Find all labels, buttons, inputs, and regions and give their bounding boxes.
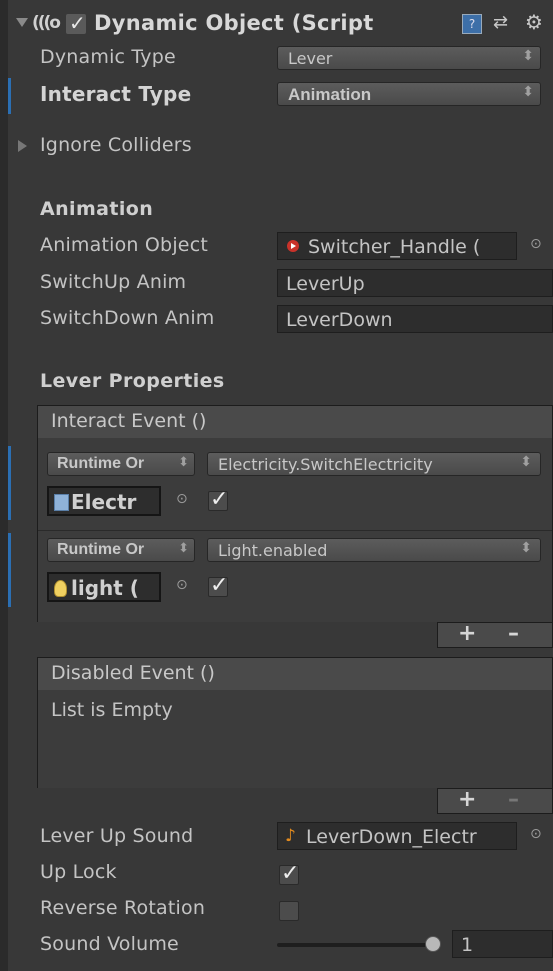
argument-checkbox[interactable]: ✓ [208,573,228,598]
object-picker-icon[interactable]: ⊙ [530,236,542,252]
dropdown-arrows-icon: ⬍ [178,455,189,470]
modified-indicator-event-2 [8,533,11,607]
disabled-event-header: Disabled Event () [38,658,552,690]
up-lock-label: Up Lock [40,861,117,883]
lever-up-sound-field[interactable]: ♪ LeverDown_Electr [277,822,517,850]
empty-list-text: List is Empty [51,699,173,721]
switchup-anim-value: LeverUp [286,273,365,295]
ignore-colliders-foldout[interactable]: Ignore Colliders [40,134,192,156]
preset-icon[interactable]: ⇄ [493,12,508,33]
argument-checkbox[interactable]: ✓ [208,487,228,512]
target-object-value: Electr [71,490,137,514]
reverse-rotation-checkbox[interactable] [279,901,299,921]
checkmark-icon: ✓ [281,861,300,886]
runtime-mode-dropdown[interactable]: Runtime Or ⬍ [47,452,195,476]
script-asset-icon [54,494,69,511]
interact-event-title: Interact Event () [51,410,207,432]
switchdown-anim-label: SwitchDown Anim [40,307,215,329]
animation-section-header: Animation [40,198,154,220]
dropdown-arrows-icon: ⬍ [520,454,532,470]
audio-clip-icon: ♪ [285,826,296,846]
disabled-event-title: Disabled Event () [51,662,215,684]
entry-divider [38,530,552,531]
reverse-rotation-label: Reverse Rotation [40,897,206,919]
add-entry-button[interactable]: + [458,787,476,812]
function-dropdown[interactable]: Light.enabled ⬍ [207,538,541,562]
switchdown-anim-value: LeverDown [286,309,393,331]
dropdown-arrows-icon: ⬍ [520,540,532,556]
modified-indicator-interact-type [8,78,11,114]
component-title: Dynamic Object (Script [94,11,374,35]
checkmark-icon: ✓ [69,11,86,35]
dynamic-type-value: Lever [288,49,333,68]
dynamic-type-label: Dynamic Type [40,46,176,68]
interact-event-header: Interact Event () [38,406,552,438]
checkmark-icon: ✓ [210,573,229,598]
sound-volume-value: 1 [461,934,474,956]
script-icon: (((o [32,13,61,33]
modified-indicator-event-1 [8,446,11,520]
object-picker-icon[interactable]: ⊙ [176,577,188,593]
runtime-mode-value: Runtime Or [57,541,145,558]
lever-up-sound-label: Lever Up Sound [40,825,194,847]
target-object-value: light ( [71,576,139,600]
inspector-gutter [0,0,8,971]
lever-properties-header: Lever Properties [40,370,225,392]
target-object-field[interactable]: light ( [47,572,161,602]
sound-volume-label: Sound Volume [40,933,179,955]
foldout-down-icon[interactable] [16,18,28,27]
target-object-field[interactable]: Electr [47,486,161,516]
animation-object-field[interactable]: Switcher_Handle ( [277,232,517,260]
interact-type-dropdown[interactable]: Animation ⬍ [277,82,541,106]
interact-type-label: Interact Type [40,82,192,106]
gear-icon[interactable]: ⚙ [525,10,543,34]
checkmark-icon: ✓ [210,487,229,512]
lever-up-sound-value: LeverDown_Electr [306,826,477,848]
remove-entry-button[interactable]: – [508,621,519,646]
function-value: Light.enabled [218,541,328,560]
dropdown-arrows-icon: ⬍ [178,541,189,556]
animation-object-label: Animation Object [40,234,208,256]
up-lock-checkbox[interactable]: ✓ [279,861,299,886]
dropdown-arrows-icon: ⬍ [522,84,534,100]
foldout-right-icon[interactable] [18,140,27,152]
disabled-event-add-remove: + – [437,787,553,814]
light-bulb-icon [54,580,67,597]
animation-object-value: Switcher_Handle ( [308,236,481,258]
animation-clip-icon [287,240,299,252]
sound-volume-input[interactable]: 1 [452,930,553,958]
function-value: Electricity.SwitchElectricity [218,455,433,474]
add-entry-button[interactable]: + [458,621,476,646]
interact-type-value: Animation [288,85,372,104]
help-icon[interactable]: ? [462,14,482,34]
component-enabled-checkbox[interactable]: ✓ [66,11,86,35]
switchup-anim-input[interactable]: LeverUp [277,269,553,297]
disabled-event-list: Disabled Event () List is Empty [37,657,553,788]
switchdown-anim-input[interactable]: LeverDown [277,305,553,333]
remove-entry-button[interactable]: – [508,787,519,812]
object-picker-icon[interactable]: ⊙ [530,826,542,842]
function-dropdown[interactable]: Electricity.SwitchElectricity ⬍ [207,452,541,476]
component-header[interactable]: (((o ✓ Dynamic Object (Script ? ⇄ ⚙ [10,8,553,42]
disabled-event-body: List is Empty [38,690,552,788]
switchup-anim-label: SwitchUp Anim [40,271,187,293]
object-picker-icon[interactable]: ⊙ [176,491,188,507]
inspector-panel: (((o ✓ Dynamic Object (Script ? ⇄ ⚙ Dyna… [0,0,553,971]
runtime-mode-dropdown[interactable]: Runtime Or ⬍ [47,538,195,562]
sound-volume-slider-thumb[interactable] [425,936,441,952]
interact-event-add-remove: + – [437,621,553,648]
runtime-mode-value: Runtime Or [57,455,145,472]
dropdown-arrows-icon: ⬍ [522,48,534,64]
dynamic-type-dropdown[interactable]: Lever ⬍ [277,46,541,70]
sound-volume-slider-track[interactable] [277,943,434,947]
